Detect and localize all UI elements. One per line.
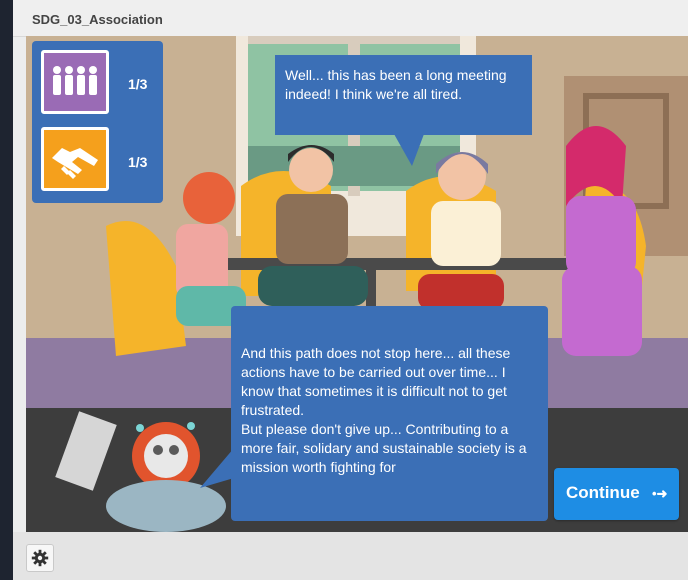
scene-stage: 1/3 1/3 Well... this has been a long mee… [26, 36, 688, 532]
settings-button[interactable] [26, 544, 54, 572]
gear-icon [31, 549, 49, 567]
continue-button[interactable]: Continue •➜ [554, 468, 679, 520]
game-window: SDG_03_Association 1/3 1/3 Well... this … [13, 0, 688, 580]
stat-value-people: 1/3 [128, 76, 148, 92]
title-bar: SDG_03_Association [13, 0, 688, 37]
speech-bubble-top-text: Well... this has been a long meeting ind… [285, 67, 507, 102]
handshake-icon-graphic [52, 148, 98, 179]
speech-bubble-bottom-tail [200, 448, 234, 488]
speech-bubble-top-tail [394, 134, 424, 166]
continue-button-label: Continue [566, 483, 640, 502]
speech-bubble-top: Well... this has been a long meeting ind… [275, 55, 532, 135]
handshake-icon [41, 127, 109, 191]
footer-bar [13, 532, 688, 580]
arrow-right-icon: •➜ [652, 486, 668, 501]
speech-bubble-bottom-paragraph-2: But please don't give up... Contributing… [241, 421, 527, 475]
speech-bubble-bottom-paragraph-1: And this path does not stop here... all … [241, 345, 511, 418]
stats-panel: 1/3 1/3 [32, 41, 163, 203]
speech-bubble-bottom: And this path does not stop here... all … [231, 306, 548, 521]
people-group-icon [41, 50, 109, 114]
people-group-icon-graphic [53, 66, 97, 95]
window-title: SDG_03_Association [32, 12, 163, 27]
stat-value-handshake: 1/3 [128, 154, 148, 170]
